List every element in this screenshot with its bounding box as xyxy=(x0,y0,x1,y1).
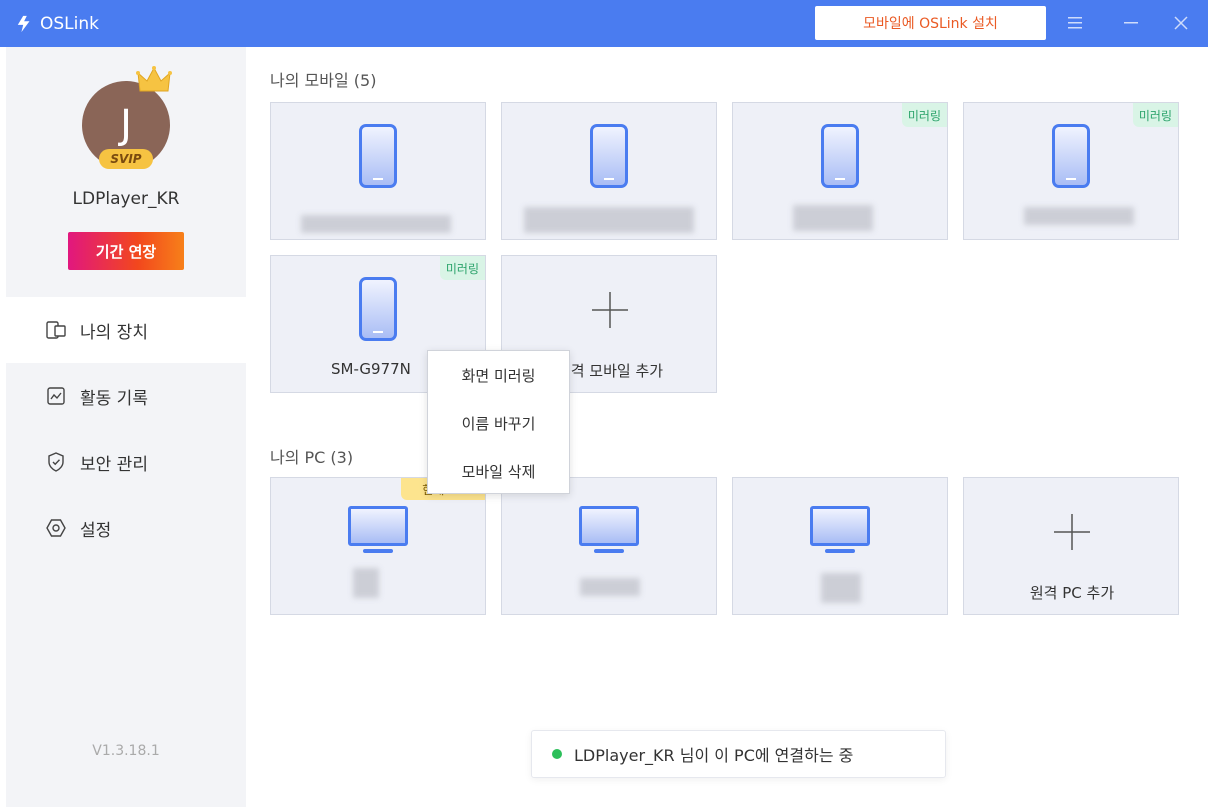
mirroring-tag: 미러링 xyxy=(901,103,947,127)
crown-icon xyxy=(136,66,172,92)
mobiles-section-title: 나의 모바일 (5) xyxy=(270,71,377,90)
nav-item-settings[interactable]: 설정 xyxy=(6,495,246,561)
monitor-icon xyxy=(348,506,408,546)
phone-icon xyxy=(590,124,628,188)
mobile-device-card[interactable]: 미러링 xyxy=(963,102,1179,240)
add-remote-pc-label: 원격 PC 추가 xyxy=(1029,584,1115,602)
title-bar: OSLink 모바일에 OSLink 설치 xyxy=(0,0,1208,47)
menu-item-delete-mobile[interactable]: 모바일 삭제 xyxy=(428,447,569,495)
plus-icon xyxy=(592,292,628,328)
sidebar: J SVIP LDPlayer_KR 기간 연장 나의 장치 활동 기록 보안 … xyxy=(6,47,246,807)
status-text: LDPlayer_KR 님이 이 PC에 연결하는 중 xyxy=(574,746,854,765)
redacted-device-name xyxy=(793,205,873,231)
nav-item-security[interactable]: 보안 관리 xyxy=(6,429,246,495)
phone-icon xyxy=(359,277,397,341)
mobile-device-card[interactable] xyxy=(270,102,486,240)
pc-device-card[interactable] xyxy=(732,477,948,615)
phone-icon xyxy=(359,124,397,188)
add-remote-pc-card[interactable]: 원격 PC 추가 xyxy=(963,477,1179,615)
plus-icon xyxy=(1054,514,1090,550)
close-icon[interactable] xyxy=(1170,12,1192,34)
nav-item-my-devices[interactable]: 나의 장치 xyxy=(6,297,246,363)
svip-badge: SVIP xyxy=(99,149,153,169)
nav-item-activity[interactable]: 활동 기록 xyxy=(6,363,246,429)
mirroring-tag: 미러링 xyxy=(439,256,485,280)
redacted-device-name xyxy=(1024,207,1134,225)
status-dot xyxy=(552,749,562,759)
monitor-icon xyxy=(810,506,870,546)
activity-chart-icon xyxy=(46,386,66,406)
extend-period-button[interactable]: 기간 연장 xyxy=(68,232,184,270)
phone-icon xyxy=(821,124,859,188)
redacted-pc-name xyxy=(353,568,379,598)
nav-label: 설정 xyxy=(80,520,112,541)
nav-label: 활동 기록 xyxy=(80,388,148,409)
monitor-base xyxy=(825,549,855,553)
pcs-section-title: 나의 PC (3) xyxy=(270,448,354,467)
menu-icon[interactable] xyxy=(1064,12,1086,34)
mobile-device-card[interactable]: 미러링 xyxy=(732,102,948,240)
device-icon xyxy=(46,320,66,340)
app-logo: OSLink xyxy=(16,14,99,34)
redacted-device-name xyxy=(524,207,694,233)
redacted-pc-name xyxy=(821,573,861,603)
monitor-base xyxy=(594,549,624,553)
pc-device-card[interactable] xyxy=(501,477,717,615)
monitor-icon xyxy=(579,506,639,546)
context-menu: 화면 미러링 이름 바꾸기 모바일 삭제 xyxy=(427,350,570,494)
menu-item-rename[interactable]: 이름 바꾸기 xyxy=(428,399,569,447)
phone-icon xyxy=(1052,124,1090,188)
menu-item-screen-mirroring[interactable]: 화면 미러링 xyxy=(428,351,569,399)
username: LDPlayer_KR xyxy=(72,189,180,209)
mobile-device-card[interactable] xyxy=(501,102,717,240)
lightning-icon xyxy=(17,15,30,32)
shield-icon xyxy=(46,452,66,472)
minimize-icon[interactable] xyxy=(1120,12,1142,34)
monitor-base xyxy=(363,549,393,553)
redacted-pc-name xyxy=(580,578,640,596)
mirroring-tag: 미러링 xyxy=(1132,103,1178,127)
app-title: OSLink xyxy=(40,13,99,34)
nav-label: 보안 관리 xyxy=(80,454,148,475)
profile-avatar-area: J SVIP xyxy=(80,65,180,175)
version-label: V1.3.18.1 xyxy=(92,743,160,759)
device-name: SM-G977N xyxy=(331,360,411,378)
settings-icon xyxy=(46,518,66,538)
pc-device-card[interactable]: 현재 PC xyxy=(270,477,486,615)
connection-status: LDPlayer_KR 님이 이 PC에 연결하는 중 xyxy=(531,730,946,778)
redacted-device-name xyxy=(301,215,451,233)
nav-label: 나의 장치 xyxy=(80,322,148,343)
install-mobile-button[interactable]: 모바일에 OSLink 설치 xyxy=(815,6,1046,40)
